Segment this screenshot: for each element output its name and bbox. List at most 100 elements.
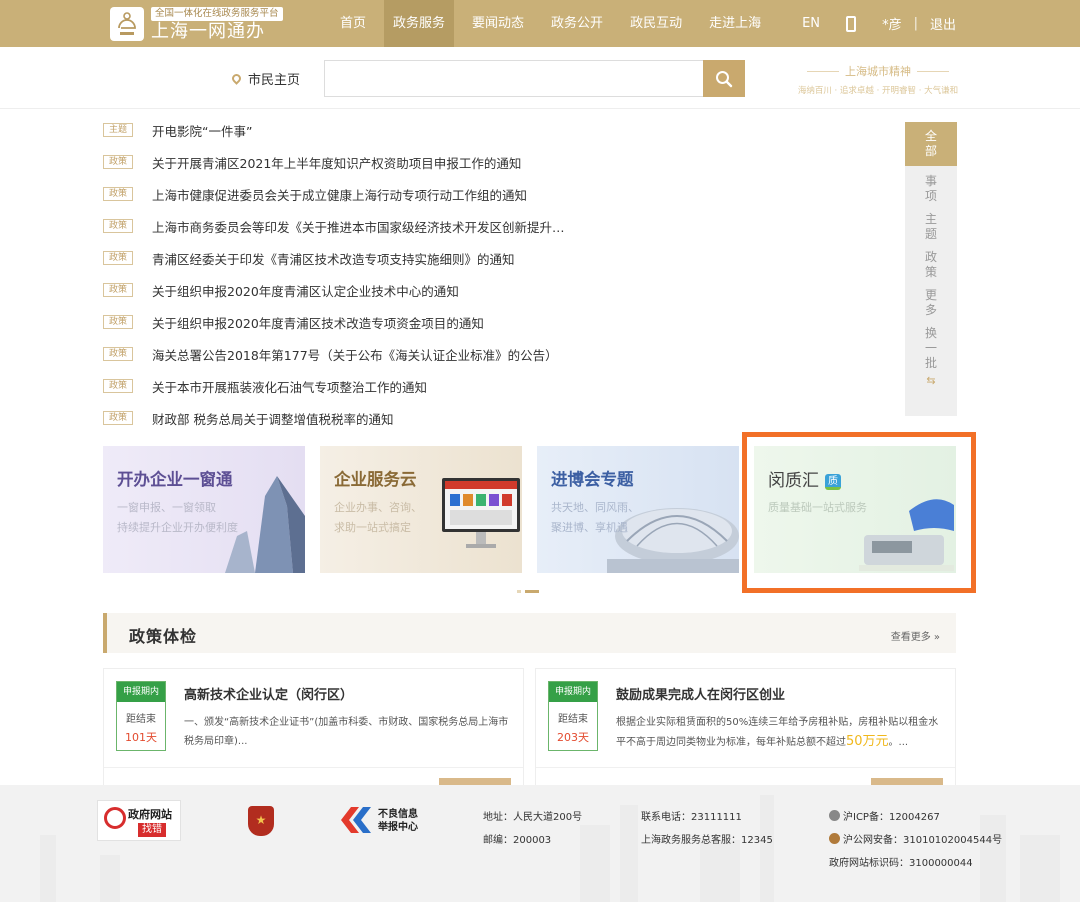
location-pin-icon <box>230 72 243 85</box>
item-title[interactable]: 关于本市开展瓶装液化石油气专项整治工作的通知 <box>152 377 427 396</box>
item-title[interactable]: 财政部 税务总局关于调整增值税税率的通知 <box>152 409 393 428</box>
carousel-indicator <box>517 590 543 593</box>
item-tag: 政策 <box>103 315 133 329</box>
main-nav: 首页 政务服务 要闻动态 政务公开 政民互动 走进上海 EN <box>331 0 838 47</box>
city-spirit-slogan: 上海城市精神 海纳百川 · 追求卓越 · 开明睿智 · 大气谦和 <box>788 63 968 96</box>
gov-site-error-report-logo[interactable]: 政府网站 找错 <box>97 800 181 841</box>
banner-enterprise-cloud[interactable]: 企业服务云 企业办事、咨询、 求助一站式搞定 <box>320 446 522 573</box>
badge-label: 距结束 <box>558 714 588 725</box>
language-switch[interactable]: EN <box>793 0 829 47</box>
tab-topics[interactable]: 主题 <box>905 212 957 242</box>
card-title[interactable]: 高新技术企业认定（闵行区） <box>184 684 353 703</box>
logout-link[interactable]: 退出 <box>930 14 956 33</box>
card-divider <box>104 767 523 768</box>
list-item[interactable]: 政策 关于组织申报2020年度青浦区技术改造专项资金项目的通知 <box>103 306 893 338</box>
policy-card[interactable]: 申报期内 距结束 101天 高新技术企业认定（闵行区） 一、颁发“高新技术企业证… <box>103 668 524 786</box>
list-item[interactable]: 政策 关于本市开展瓶装液化石油气专项整治工作的通知 <box>103 370 893 402</box>
banner-expo[interactable]: 进博会专题 共天地、同风雨、 聚进博、享机遇 <box>537 446 739 573</box>
item-title[interactable]: 开电影院“一件事” <box>152 121 252 140</box>
mobile-icon[interactable] <box>846 15 857 32</box>
search-icon <box>716 70 733 87</box>
carousel-dot-active[interactable] <box>525 590 539 593</box>
item-title[interactable]: 关于组织申报2020年度青浦区技术改造专项资金项目的通知 <box>152 313 484 332</box>
banner-desc: 一窗申报、一窗领取 持续提升企业开办便利度 <box>117 501 238 534</box>
item-tag: 政策 <box>103 283 133 297</box>
item-tag: 政策 <box>103 251 133 265</box>
illegal-info-report-label[interactable]: 不良信息 举报中心 <box>378 808 418 834</box>
deadline-badge: 申报期内 距结束 101天 <box>116 681 166 751</box>
city-spirit-title: 上海城市精神 <box>788 63 968 79</box>
carousel-dot[interactable] <box>517 590 521 593</box>
deadline-badge: 申报期内 距结束 203天 <box>548 681 598 751</box>
banner-enterprise-startup[interactable]: 开办企业一窗通 一窗申报、一窗领取 持续提升企业开办便利度 <box>103 446 305 573</box>
separator: | <box>913 16 918 31</box>
swap-icon: ⇆ <box>926 374 936 387</box>
item-tag: 政策 <box>103 347 133 361</box>
list-item[interactable]: 政策 关于开展青浦区2021年上半年度知识产权资助项目申报工作的通知 <box>103 146 893 178</box>
badge-label: 距结束 <box>126 714 156 725</box>
logo-title[interactable]: 上海一网通办 <box>151 21 265 43</box>
badge-status: 申报期内 <box>549 682 597 702</box>
tab-policies[interactable]: 政策 <box>905 250 957 280</box>
item-title[interactable]: 青浦区经委关于印发《青浦区技术改造专项支持实施细则》的通知 <box>152 249 515 268</box>
illegal-info-report-logo-icon[interactable] <box>341 807 371 833</box>
item-title[interactable]: 关于组织申报2020年度青浦区认定企业技术中心的通知 <box>152 281 459 300</box>
tab-items[interactable]: 事项 <box>905 174 957 204</box>
nav-home[interactable]: 首页 <box>331 0 375 47</box>
banner-title: 开办企业一窗通 <box>117 470 233 489</box>
nav-government-services[interactable]: 政务服务 <box>384 0 455 47</box>
item-tag: 政策 <box>103 155 133 169</box>
item-title[interactable]: 上海市健康促进委员会关于成立健康上海行动专项行动工作组的通知 <box>152 185 527 204</box>
search-input[interactable] <box>324 60 704 97</box>
item-title[interactable]: 上海市商务委员会等印发《关于推进本市国家级经济技术开发区创新提升… <box>152 217 565 236</box>
card-title[interactable]: 鼓励成果完成人在闵行区创业 <box>616 684 785 703</box>
list-item[interactable]: 政策 关于组织申报2020年度青浦区认定企业技术中心的通知 <box>103 274 893 306</box>
view-more-link[interactable]: 查看更多 » <box>891 628 940 643</box>
item-tag: 政策 <box>103 187 133 201</box>
user-area: *彦 | 退出 <box>846 0 956 47</box>
tab-all[interactable]: 全部 <box>905 122 957 166</box>
card-divider <box>536 767 955 768</box>
policy-card[interactable]: 申报期内 距结束 203天 鼓励成果完成人在闵行区创业 根据企业实际租赁面积的5… <box>535 668 956 786</box>
footer-phone: 联系电话：23111111 <box>641 812 742 823</box>
footer-postcode: 邮编：200003 <box>483 835 552 846</box>
refresh-batch-label: 换一批 <box>924 326 937 370</box>
search-button[interactable] <box>703 60 745 97</box>
item-tag: 主题 <box>103 123 133 137</box>
banner-title: 企业服务云 <box>334 470 417 489</box>
category-tabs: 全部 事项 主题 政策 更多 换一批 ⇆ <box>905 122 957 416</box>
list-item[interactable]: 政策 海关总署公告2018年第177号（关于公布《海关认证企业标准》的公告） <box>103 338 893 370</box>
highlight-box <box>742 432 976 593</box>
user-name[interactable]: *彦 <box>882 14 902 33</box>
refresh-batch-button[interactable]: 换一批 ⇆ <box>905 326 957 388</box>
nav-gov-disclosure[interactable]: 政务公开 <box>542 0 612 47</box>
citizen-home-link[interactable]: 市民主页 <box>230 69 300 88</box>
item-tag: 政策 <box>103 379 133 393</box>
party-emblem-logo[interactable]: ★ <box>248 806 274 836</box>
badge-days: 101天 <box>125 731 157 744</box>
banner-desc: 共天地、同风雨、 聚进博、享机遇 <box>551 501 639 534</box>
item-title[interactable]: 海关总署公告2018年第177号（关于公布《海关认证企业标准》的公告） <box>152 345 558 364</box>
item-title[interactable]: 关于开展青浦区2021年上半年度知识产权资助项目申报工作的通知 <box>152 153 521 172</box>
list-item[interactable]: 政策 青浦区经委关于印发《青浦区技术改造专项支持实施细则》的通知 <box>103 242 893 274</box>
monitor-illustration <box>442 478 520 548</box>
magnifier-icon <box>104 807 126 829</box>
tab-more[interactable]: 更多 <box>905 288 957 318</box>
list-item[interactable]: 主题 开电影院“一件事” <box>103 114 893 146</box>
list-item[interactable]: 政策 上海市健康促进委员会关于成立健康上海行动专项行动工作组的通知 <box>103 178 893 210</box>
nav-interaction[interactable]: 政民互动 <box>621 0 691 47</box>
logo-icon[interactable] <box>110 7 144 41</box>
list-item[interactable]: 政策 上海市商务委员会等印发《关于推进本市国家级经济技术开发区创新提升… <box>103 210 893 242</box>
globe-icon <box>829 810 840 821</box>
footer-security[interactable]: 沪公网安备：31010102004544号 <box>829 831 1002 846</box>
city-spirit-subtitle: 海纳百川 · 追求卓越 · 开明睿智 · 大气谦和 <box>797 86 959 96</box>
section-title: 政策体检 <box>129 627 198 646</box>
footer-icp[interactable]: 沪ICP备：12004267 <box>829 808 940 823</box>
recommendation-list: 主题 开电影院“一件事” 政策 关于开展青浦区2021年上半年度知识产权资助项目申报… <box>103 114 893 434</box>
badge-days: 203天 <box>557 731 589 744</box>
logo-subtitle: 全国一体化在线政务服务平台 <box>151 7 283 21</box>
top-navigation-bar: 全国一体化在线政务服务平台 上海一网通办 首页 政务服务 要闻动态 政务公开 政… <box>0 0 1080 47</box>
nav-news[interactable]: 要闻动态 <box>463 0 533 47</box>
list-item[interactable]: 政策 财政部 税务总局关于调整增值税税率的通知 <box>103 402 893 434</box>
nav-about-shanghai[interactable]: 走进上海 <box>700 0 770 47</box>
